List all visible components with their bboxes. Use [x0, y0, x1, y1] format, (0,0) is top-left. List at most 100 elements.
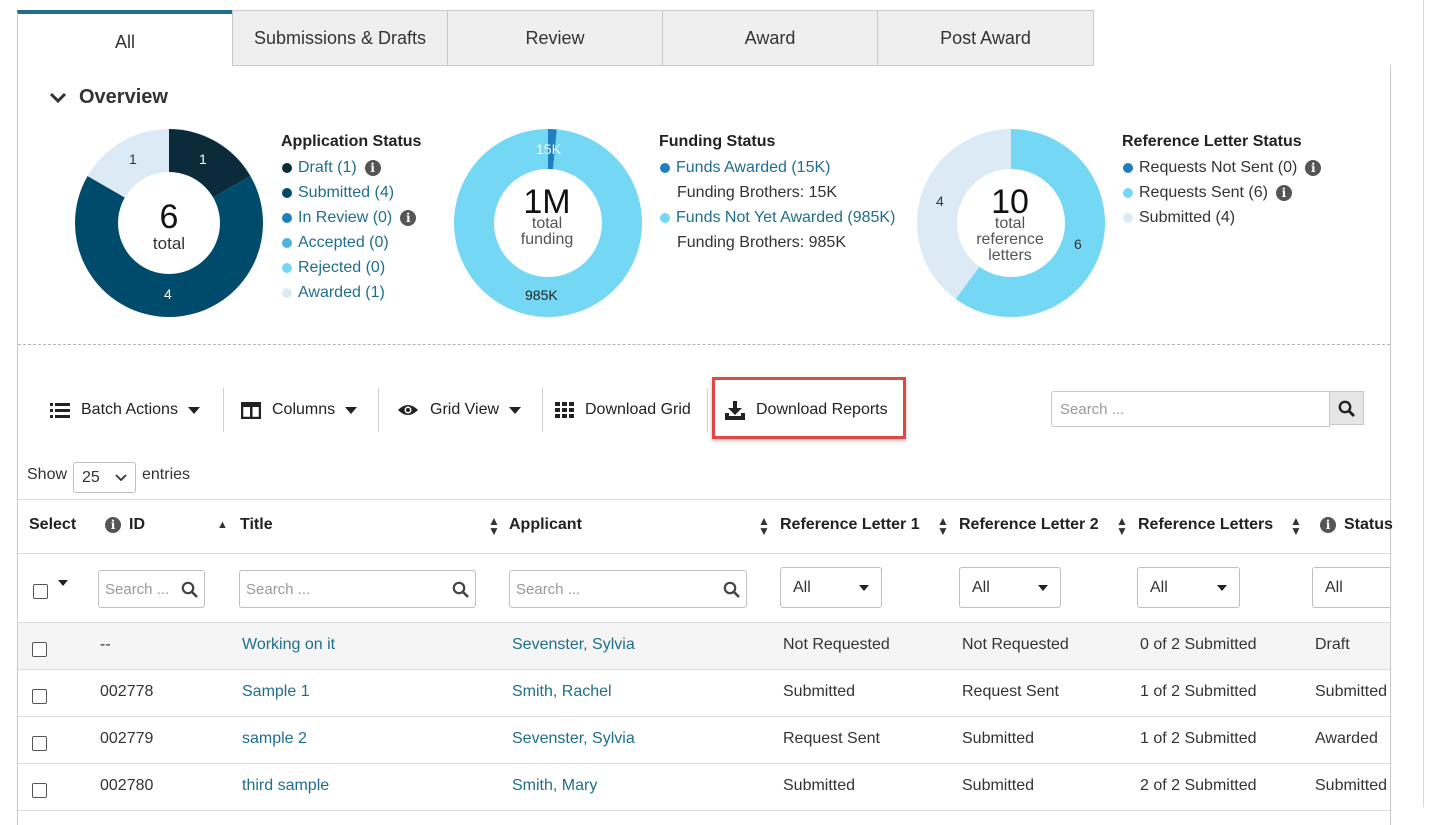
- cell-reference-letters: 0 of 2 Submitted: [1140, 636, 1257, 653]
- title-filter-input[interactable]: Search ...: [239, 570, 476, 608]
- application-legend-item-label: Awarded (1): [298, 284, 385, 301]
- chevron-down-icon: [49, 92, 67, 103]
- header-reference-letters[interactable]: Reference Letters: [1138, 516, 1273, 534]
- funding-legend-item-label: Funds Awarded (15K): [676, 159, 831, 176]
- id-filter-input[interactable]: Search ...: [98, 570, 205, 608]
- entries-value: 25: [82, 468, 100, 486]
- application-legend-item[interactable]: In Review (0) i: [282, 209, 417, 227]
- chevron-down-icon: [115, 473, 127, 481]
- cell-id: 002778: [100, 683, 154, 700]
- header-status[interactable]: i Status: [1320, 516, 1393, 534]
- donut-label-awarded: 1: [129, 151, 137, 167]
- tab-review[interactable]: Review: [447, 10, 663, 66]
- header-reference-letter-2[interactable]: Reference Letter 2: [959, 516, 1099, 534]
- cell-title-link[interactable]: Sample 1: [242, 683, 310, 701]
- funding-legend-sub: Funding Brothers: 985K: [677, 234, 846, 252]
- cell-reference-letter-2: Request Sent: [962, 683, 1059, 700]
- cell-applicant-link[interactable]: Sevenster, Sylvia: [512, 636, 635, 654]
- funding-legend-sub-label: Funding Brothers: 985K: [677, 234, 846, 251]
- tab-submissions-drafts[interactable]: Submissions & Drafts: [232, 10, 448, 66]
- refs-filter-select[interactable]: All: [1137, 567, 1240, 608]
- caret-down-icon: [1217, 584, 1227, 591]
- cell-applicant-link[interactable]: Smith, Rachel: [512, 683, 612, 701]
- funding-legend-item[interactable]: Funds Not Yet Awarded (985K): [660, 209, 895, 227]
- row-checkbox[interactable]: [32, 642, 47, 657]
- list-icon: [50, 403, 70, 418]
- application-legend-item[interactable]: Rejected (0): [282, 259, 385, 277]
- application-legend-item[interactable]: Accepted (0): [282, 234, 389, 252]
- header-title[interactable]: Title: [240, 516, 273, 534]
- toolbar-separator: [542, 388, 543, 432]
- caret-down-icon: [1038, 584, 1048, 591]
- cell-applicant-link[interactable]: Smith, Mary: [512, 777, 597, 795]
- legend-dot: [660, 213, 670, 223]
- cell-applicant-link[interactable]: Sevenster, Sylvia: [512, 730, 635, 748]
- select-all-checkbox[interactable]: [33, 584, 48, 599]
- status-filter-select[interactable]: All: [1312, 567, 1390, 608]
- funding-legend-item[interactable]: Funds Awarded (15K): [660, 159, 830, 177]
- download-grid-label: Download Grid: [585, 401, 691, 418]
- grid-view-button[interactable]: Grid View: [397, 398, 522, 422]
- sort-icon[interactable]: ▲ ▼: [1290, 515, 1302, 537]
- row-checkbox[interactable]: [32, 689, 47, 704]
- info-icon: i: [105, 517, 121, 533]
- funding-legend-sub-label: Funding Brothers: 15K: [677, 184, 838, 201]
- cell-reference-letters: 1 of 2 Submitted: [1140, 683, 1257, 700]
- header-id[interactable]: i ID: [105, 516, 145, 534]
- info-icon[interactable]: i: [1305, 160, 1322, 176]
- donut-label-draft: 1: [199, 151, 207, 167]
- sort-icon[interactable]: ▲ ▼: [1116, 515, 1128, 537]
- batch-actions-button[interactable]: Batch Actions: [50, 398, 200, 422]
- cell-status: Submitted: [1315, 777, 1388, 794]
- legend-dot: [282, 163, 292, 173]
- cell-title-link[interactable]: Working on it: [242, 636, 335, 654]
- legend-dot: [282, 188, 292, 198]
- funding-status-title: Funding Status: [659, 133, 776, 150]
- cell-title-link[interactable]: sample 2: [242, 730, 307, 748]
- cell-id: --: [100, 636, 111, 653]
- sort-icon[interactable]: ▲ ▼: [937, 515, 949, 537]
- tab-post-award[interactable]: Post Award: [877, 10, 1094, 66]
- application-legend-item-label: In Review (0): [298, 209, 393, 226]
- row-checkbox[interactable]: [32, 736, 47, 751]
- application-legend-item[interactable]: Submitted (4): [282, 184, 394, 202]
- download-grid-button[interactable]: Download Grid: [555, 398, 691, 422]
- tab-award[interactable]: Award: [662, 10, 878, 66]
- header-applicant[interactable]: Applicant: [509, 516, 582, 534]
- reference-legend-item: Submitted (4): [1123, 209, 1235, 227]
- reference-legend-item: Requests Not Sent (0) i: [1123, 159, 1322, 177]
- applicant-filter-input[interactable]: Search ...: [509, 570, 747, 608]
- application-legend-item-label: Accepted (0): [298, 234, 389, 251]
- info-icon: i: [1320, 517, 1336, 533]
- caret-down-icon[interactable]: [58, 580, 68, 586]
- info-icon[interactable]: i: [1275, 185, 1292, 201]
- columns-button[interactable]: Columns: [241, 398, 358, 422]
- search-button[interactable]: [1329, 391, 1364, 425]
- entries-label: entries: [142, 466, 191, 483]
- legend-dot: [1123, 163, 1133, 173]
- entries-select[interactable]: 25: [73, 462, 136, 493]
- funding-legend-sub: Funding Brothers: 15K: [677, 184, 837, 202]
- caret-down-icon: [187, 406, 200, 414]
- sort-icon[interactable]: ▲ ▼: [758, 515, 770, 537]
- application-legend-item[interactable]: Awarded (1): [282, 284, 385, 302]
- application-legend-item[interactable]: Draft (1) i: [282, 159, 381, 177]
- row-checkbox[interactable]: [32, 783, 47, 798]
- cell-reference-letter-2: Submitted: [962, 730, 1035, 747]
- overview-toggle[interactable]: Overview: [48, 86, 168, 109]
- legend-dot: [282, 288, 292, 298]
- header-reference-letter-1[interactable]: Reference Letter 1: [780, 516, 920, 534]
- sort-icon[interactable]: ▲ ▼: [488, 515, 500, 537]
- ref2-filter-select[interactable]: All: [959, 567, 1061, 608]
- info-icon[interactable]: i: [364, 160, 381, 176]
- cell-title-link[interactable]: third sample: [242, 777, 329, 795]
- download-icon: [725, 400, 745, 420]
- sort-asc-icon[interactable]: ▲: [217, 520, 228, 531]
- legend-dot: [282, 213, 292, 223]
- legend-dot: [660, 163, 670, 173]
- download-reports-button[interactable]: Download Reports: [725, 398, 888, 422]
- tab-all[interactable]: All: [17, 10, 233, 66]
- search-input[interactable]: Search ...: [1051, 391, 1330, 427]
- info-icon[interactable]: i: [400, 210, 417, 226]
- ref1-filter-select[interactable]: All: [780, 567, 882, 608]
